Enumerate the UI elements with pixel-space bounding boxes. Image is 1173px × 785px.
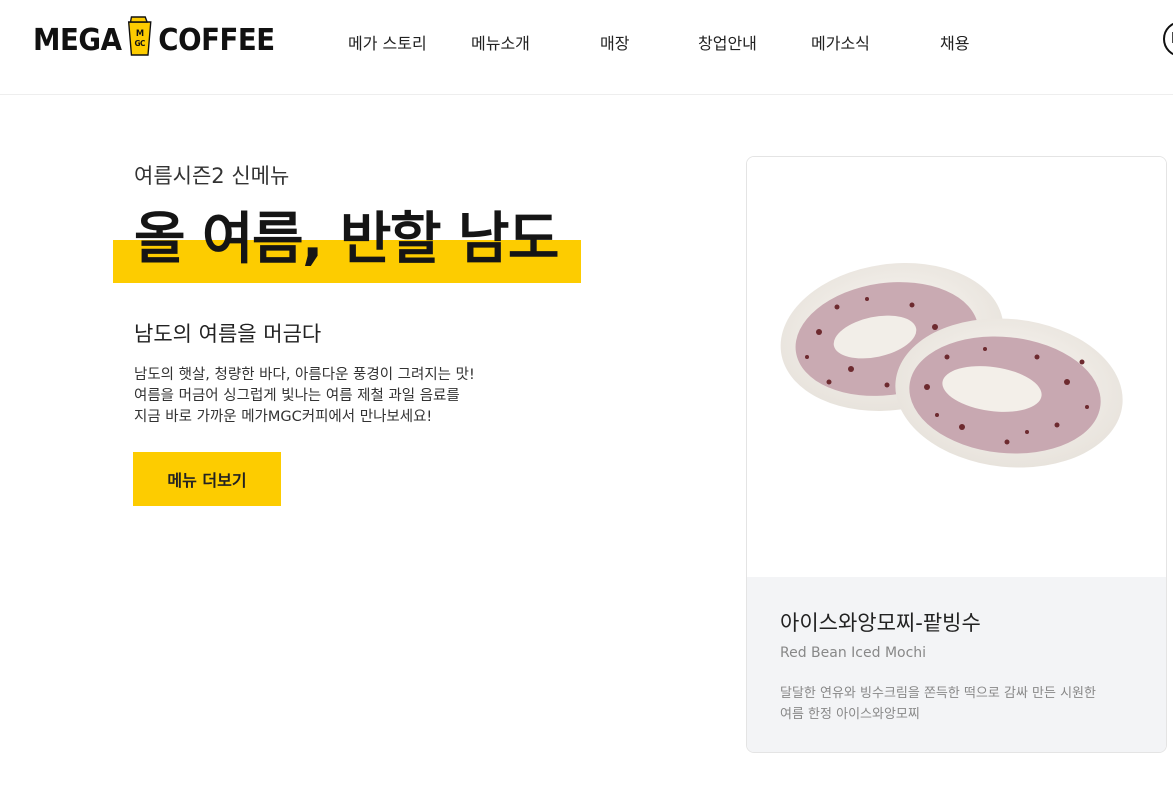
logo-text-coffee: COFFEE <box>158 22 275 58</box>
description-line: 남도의 햇살, 청량한 바다, 아름다운 풍경이 그려지는 맛! <box>134 367 475 383</box>
product-title: 아이스와앙모찌-팥빙수 <box>780 611 981 635</box>
page-title: 올 여름, 반할 남도 <box>134 207 559 272</box>
nav-item-store[interactable]: 매장 <box>600 30 629 54</box>
product-info: 아이스와앙모찌-팥빙수 Red Bean Iced Mochi 달달한 연유와 … <box>747 577 1166 752</box>
product-description: 달달한 연유와 빙수크림을 쫀득한 떡으로 감싸 만든 시원한 여름 한정 아이… <box>780 683 1096 725</box>
headline-block: 올 여름, 반할 남도 <box>113 200 581 284</box>
hero-subheading: 남도의 여름을 머금다 <box>134 322 322 346</box>
product-image <box>747 157 1166 577</box>
mega-coffee-logo[interactable]: MEGA M GC COFFEE <box>33 16 275 60</box>
logo-text-mega: MEGA <box>33 22 122 58</box>
product-description-line: 달달한 연유와 빙수크림을 쫀득한 떡으로 감싸 만든 시원한 <box>780 686 1096 701</box>
hero-description: 남도의 햇살, 청량한 바다, 아름다운 풍경이 그려지는 맛! 여름을 머금어… <box>134 365 475 428</box>
product-card[interactable]: 아이스와앙모찌-팥빙수 Red Bean Iced Mochi 달달한 연유와 … <box>746 156 1167 753</box>
season-kicker: 여름시즌2 신메뉴 <box>134 164 290 188</box>
coffee-cup-logo-icon: M GC <box>127 16 153 64</box>
description-line: 여름을 머금어 싱그럽게 빛나는 여름 제철 과일 음료를 <box>134 388 460 404</box>
product-description-line: 여름 한정 아이스와앙모찌 <box>780 707 920 722</box>
svg-text:M: M <box>136 29 144 39</box>
product-english-name: Red Bean Iced Mochi <box>780 645 927 661</box>
nav-item-franchise[interactable]: 창업안내 <box>698 30 757 54</box>
account-icon[interactable]: b <box>1163 21 1173 57</box>
nav-item-menu[interactable]: 메뉴소개 <box>471 30 530 54</box>
nav-item-mega-story[interactable]: 메가 스토리 <box>348 30 427 54</box>
site-header: MEGA M GC COFFEE 메가 스토리 메뉴소개 매장 창업안내 메가소… <box>0 0 1173 95</box>
more-menu-button[interactable]: 메뉴 더보기 <box>133 452 281 506</box>
nav-item-recruit[interactable]: 채용 <box>940 30 969 54</box>
nav-item-news[interactable]: 메가소식 <box>811 30 870 54</box>
svg-text:GC: GC <box>135 39 146 48</box>
description-line: 지금 바로 가까운 메가MGC커피에서 만나보세요! <box>134 409 433 425</box>
